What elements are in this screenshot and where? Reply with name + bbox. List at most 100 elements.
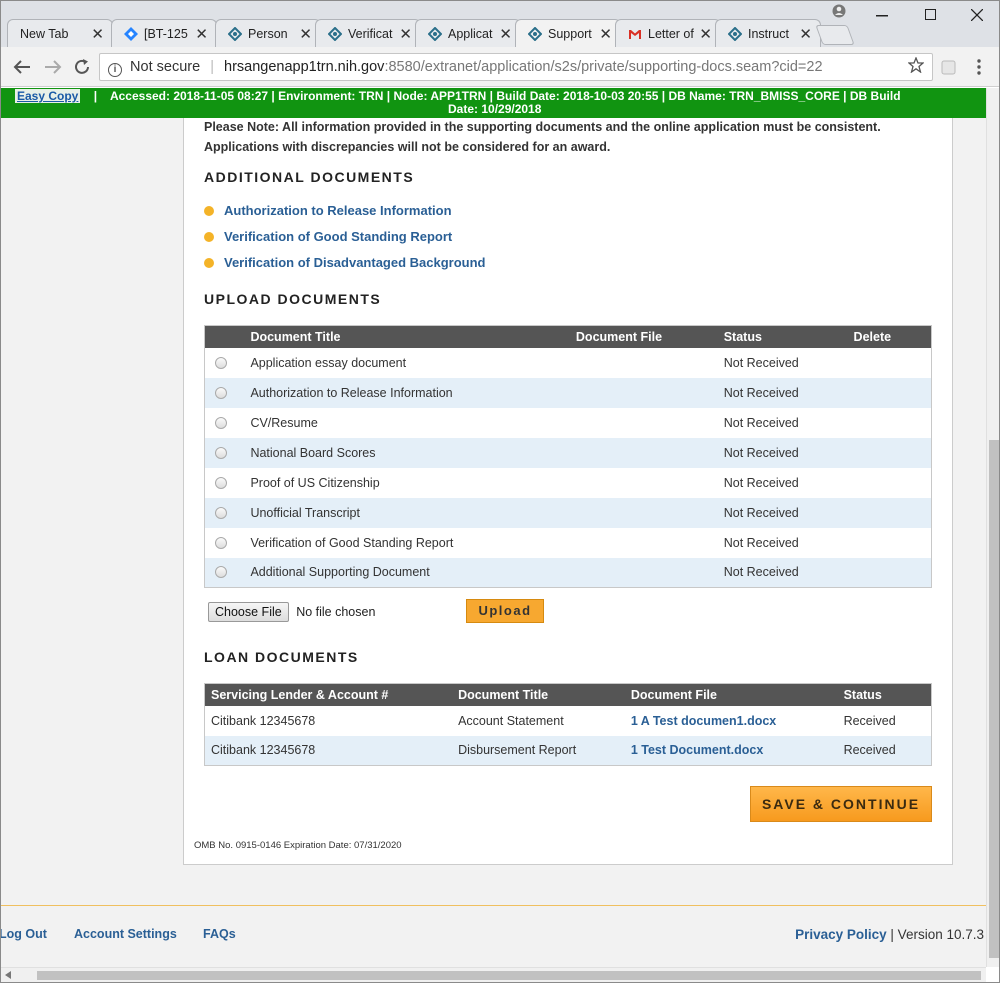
minimize-icon[interactable]	[876, 15, 888, 17]
column-header: Document File	[575, 325, 724, 348]
select-radio[interactable]	[215, 566, 227, 579]
footer-right: Privacy Policy | Version 10.7.3	[795, 927, 984, 942]
table-row: Application essay document Not Received	[205, 348, 932, 378]
tab-jira[interactable]: [BT-125 ✕	[111, 19, 217, 47]
browser-toolbar: i Not secure | hrsangenapp1trn.nih.gov:8…	[1, 47, 999, 87]
document-title: Application essay document	[250, 355, 407, 370]
env-info-cont: Date: 10/29/2018	[448, 102, 542, 116]
select-radio[interactable]	[215, 506, 227, 519]
scroll-thumb[interactable]	[989, 440, 999, 958]
consistency-note: Please Note: All information provided in…	[204, 120, 881, 154]
close-icon[interactable]: ✕	[499, 25, 512, 43]
select-radio[interactable]	[215, 356, 227, 369]
url-host: hrsangenapp1trn.nih.gov	[224, 59, 385, 75]
account-settings-link[interactable]: Account Settings	[74, 927, 177, 941]
upload-documents-table: Document Title Document File Status Dele…	[204, 325, 932, 588]
loan-documents-table: Servicing Lender & Account # Document Ti…	[204, 683, 932, 766]
tab-application[interactable]: Applicat ✕	[415, 19, 521, 47]
lender-account: Citibank 12345678	[204, 735, 459, 766]
additional-doc-link[interactable]: Verification of Disadvantaged Background	[204, 255, 486, 281]
document-status: Not Received	[723, 557, 854, 588]
select-radio[interactable]	[215, 476, 227, 489]
maximize-icon[interactable]	[925, 9, 936, 20]
additional-doc-link[interactable]: Authorization to Release Information	[204, 203, 486, 229]
document-title: National Board Scores	[250, 437, 576, 468]
hrsa-icon	[328, 27, 342, 41]
bookmark-star-icon[interactable]	[908, 57, 924, 73]
document-status: Not Received	[723, 415, 799, 430]
new-tab-button[interactable]	[815, 25, 855, 45]
tab-label: Instruct	[748, 27, 789, 41]
bullet-icon	[204, 232, 214, 242]
close-icon[interactable]: ✕	[599, 25, 612, 43]
horizontal-scrollbar[interactable]	[1, 967, 986, 982]
omb-notice: OMB No. 0915-0146 Expiration Date: 07/31…	[194, 840, 402, 851]
easy-copy-link[interactable]: Easy Copy	[15, 89, 81, 103]
vertical-scrollbar[interactable]	[986, 88, 999, 967]
logout-link[interactable]: Log Out	[1, 927, 47, 941]
gmail-icon	[629, 30, 641, 39]
document-title: CV/Resume	[250, 415, 318, 430]
save-continue-button[interactable]: SAVE & CONTINUE	[750, 786, 932, 822]
back-icon[interactable]	[13, 59, 31, 75]
hrsa-icon	[228, 27, 242, 41]
tab-person[interactable]: Person ✕	[215, 19, 321, 47]
reload-icon[interactable]	[73, 58, 91, 76]
select-radio[interactable]	[215, 446, 227, 459]
divider: |	[93, 89, 98, 103]
scroll-thumb[interactable]	[37, 971, 981, 980]
column-header: Servicing Lender & Account #	[204, 683, 459, 706]
column-header: Document File	[630, 683, 844, 706]
tab-gmail[interactable]: Letter of ✕	[615, 19, 721, 47]
address-bar[interactable]: i Not secure | hrsangenapp1trn.nih.gov:8…	[99, 53, 933, 81]
tab-verification[interactable]: Verificat ✕	[315, 19, 421, 47]
scroll-left-icon[interactable]	[5, 971, 11, 979]
close-icon[interactable]: ✕	[699, 25, 712, 43]
column-header: Status	[723, 325, 854, 348]
table-row: Unofficial Transcript Not Received	[204, 497, 932, 528]
tab-label: New Tab	[20, 27, 69, 41]
table-row: Authorization to Release Information Not …	[204, 377, 932, 408]
bullet-icon	[204, 258, 214, 268]
document-status: Not Received	[723, 475, 799, 490]
close-icon[interactable]: ✕	[799, 25, 812, 43]
faqs-link[interactable]: FAQs	[203, 927, 236, 941]
loan-documents-heading: LOAN DOCUMENTS	[204, 649, 359, 665]
tab-instructions[interactable]: Instruct ✕	[715, 19, 821, 47]
document-status: Not Received	[723, 535, 799, 550]
extension-icon[interactable]	[941, 59, 957, 75]
tab-supporting-docs[interactable]: Support ✕	[515, 19, 621, 47]
close-icon[interactable]: ✕	[91, 25, 104, 43]
tab-label: [BT-125	[144, 27, 188, 41]
document-status: Not Received	[723, 377, 854, 408]
privacy-policy-link[interactable]: Privacy Policy	[795, 927, 887, 942]
select-radio[interactable]	[215, 416, 227, 429]
column-header: Document Title	[250, 325, 576, 348]
select-radio[interactable]	[215, 536, 227, 549]
profile-icon[interactable]	[832, 4, 846, 18]
env-info: Accessed: 2018-11-05 08:27 | Environment…	[109, 89, 901, 103]
lender-account: Citibank 12345678	[211, 713, 316, 728]
close-window-icon[interactable]	[971, 9, 983, 21]
choose-file-button[interactable]: Choose File	[208, 602, 289, 622]
forward-icon[interactable]	[44, 59, 62, 75]
main-panel: Please Note: All information provided in…	[183, 118, 953, 865]
document-status: Received	[843, 713, 896, 728]
close-icon[interactable]: ✕	[195, 25, 208, 43]
tab-new-tab[interactable]: New Tab ✕	[7, 19, 113, 47]
footer-divider	[1, 905, 986, 906]
link-label: Authorization to Release Information	[224, 203, 452, 218]
menu-dots-icon[interactable]	[977, 59, 981, 75]
document-status: Received	[843, 735, 932, 766]
select-radio[interactable]	[215, 386, 227, 399]
document-title: Verification of Good Standing Report	[250, 535, 454, 550]
table-row: Proof of US Citizenship Not Received	[205, 468, 932, 498]
document-file-link[interactable]: 1 A Test documen1.docx	[631, 714, 776, 728]
document-file-link[interactable]: 1 Test Document.docx	[631, 743, 763, 757]
info-icon[interactable]: i	[108, 63, 122, 77]
upload-button[interactable]: Upload	[466, 599, 544, 623]
file-input: Choose File No file chosen	[208, 602, 375, 622]
close-icon[interactable]: ✕	[399, 25, 412, 43]
close-icon[interactable]: ✕	[299, 25, 312, 43]
additional-doc-link[interactable]: Verification of Good Standing Report	[204, 229, 486, 255]
